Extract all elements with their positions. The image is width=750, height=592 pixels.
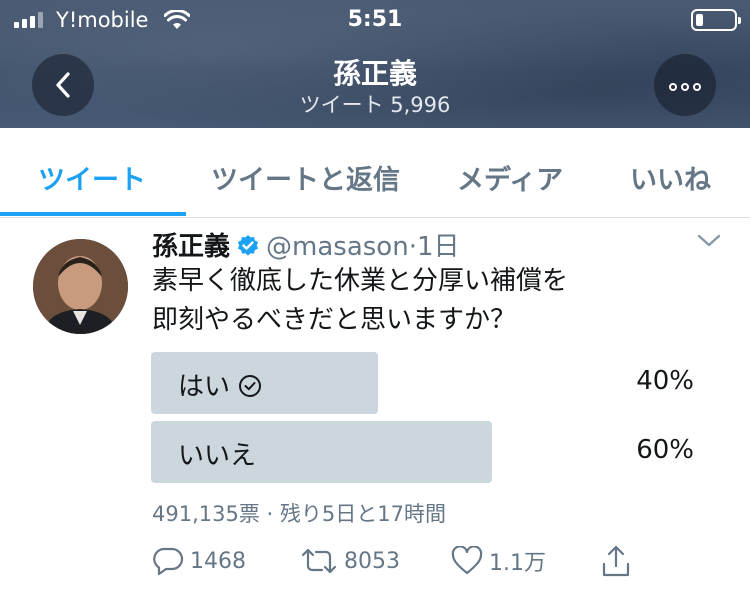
poll-option-label: はい xyxy=(178,366,262,403)
like-count: 1.1万 xyxy=(489,551,546,576)
reply-count: 1468 xyxy=(190,548,246,574)
tweet-text-line: 素早く徹底した休業と分厚い補償を xyxy=(152,266,569,296)
check-circle-icon xyxy=(239,374,262,397)
share-button[interactable] xyxy=(600,543,638,579)
active-tab-indicator xyxy=(0,212,186,216)
status-bar: Y!mobile 5:51 xyxy=(0,0,750,40)
more-icon xyxy=(667,76,703,95)
tweet-text: 素早く徹底した休業と分厚い補償を 即刻やるべきだと思いますか？ xyxy=(152,262,712,340)
meta-separator: · xyxy=(408,232,417,262)
poll-option-percent: 40% xyxy=(636,366,694,396)
tab-tweets-and-replies[interactable]: ツイートと返信 xyxy=(211,158,400,197)
poll-option-yes[interactable]: はい 40% xyxy=(151,352,711,414)
tweet-author-name[interactable]: 孫正義 xyxy=(152,232,230,262)
tweet-text-line: 即刻やるべきだと思いますか？ xyxy=(152,305,517,335)
share-icon xyxy=(602,545,630,577)
retweet-button[interactable]: 8053 xyxy=(300,543,400,579)
tab-media[interactable]: メディア xyxy=(457,158,563,197)
poll-meta: 491,135票 · 残り5日と17時間 xyxy=(152,502,446,526)
tweet-header: 孫正義 @masason·1日 xyxy=(152,226,460,263)
like-button[interactable]: 1.1万 xyxy=(451,543,546,579)
tweet-author-handle[interactable]: @masason xyxy=(266,232,409,262)
profile-name: 孫正義 xyxy=(332,57,417,90)
poll-option-no[interactable]: いいえ 60% xyxy=(151,421,711,483)
tab-likes[interactable]: いいね xyxy=(630,158,711,197)
tweet-count: ツイート 5,996 xyxy=(299,93,451,117)
tweet-timestamp[interactable]: 1日 xyxy=(417,232,460,262)
tab-tweets[interactable]: ツイート xyxy=(38,158,146,197)
poll-option-percent: 60% xyxy=(636,435,694,465)
like-icon xyxy=(451,546,483,575)
more-button[interactable] xyxy=(654,54,716,116)
verified-badge-icon xyxy=(238,234,259,256)
battery-icon xyxy=(691,9,741,31)
poll-option-label: いいえ xyxy=(178,441,257,471)
avatar[interactable] xyxy=(33,239,128,334)
retweet-icon xyxy=(301,548,337,574)
profile-tabs: ツイート ツイートと返信 メディア いいね xyxy=(0,128,750,218)
retweet-count: 8053 xyxy=(344,548,400,574)
avatar-photo xyxy=(33,239,128,334)
chevron-down-icon[interactable] xyxy=(696,232,722,250)
status-time: 5:51 xyxy=(347,7,403,32)
reply-icon xyxy=(153,547,184,576)
profile-header: Y!mobile 5:51 孫正義 ツイート 5,996 xyxy=(0,0,750,128)
reply-button[interactable]: 1468 xyxy=(152,543,246,579)
